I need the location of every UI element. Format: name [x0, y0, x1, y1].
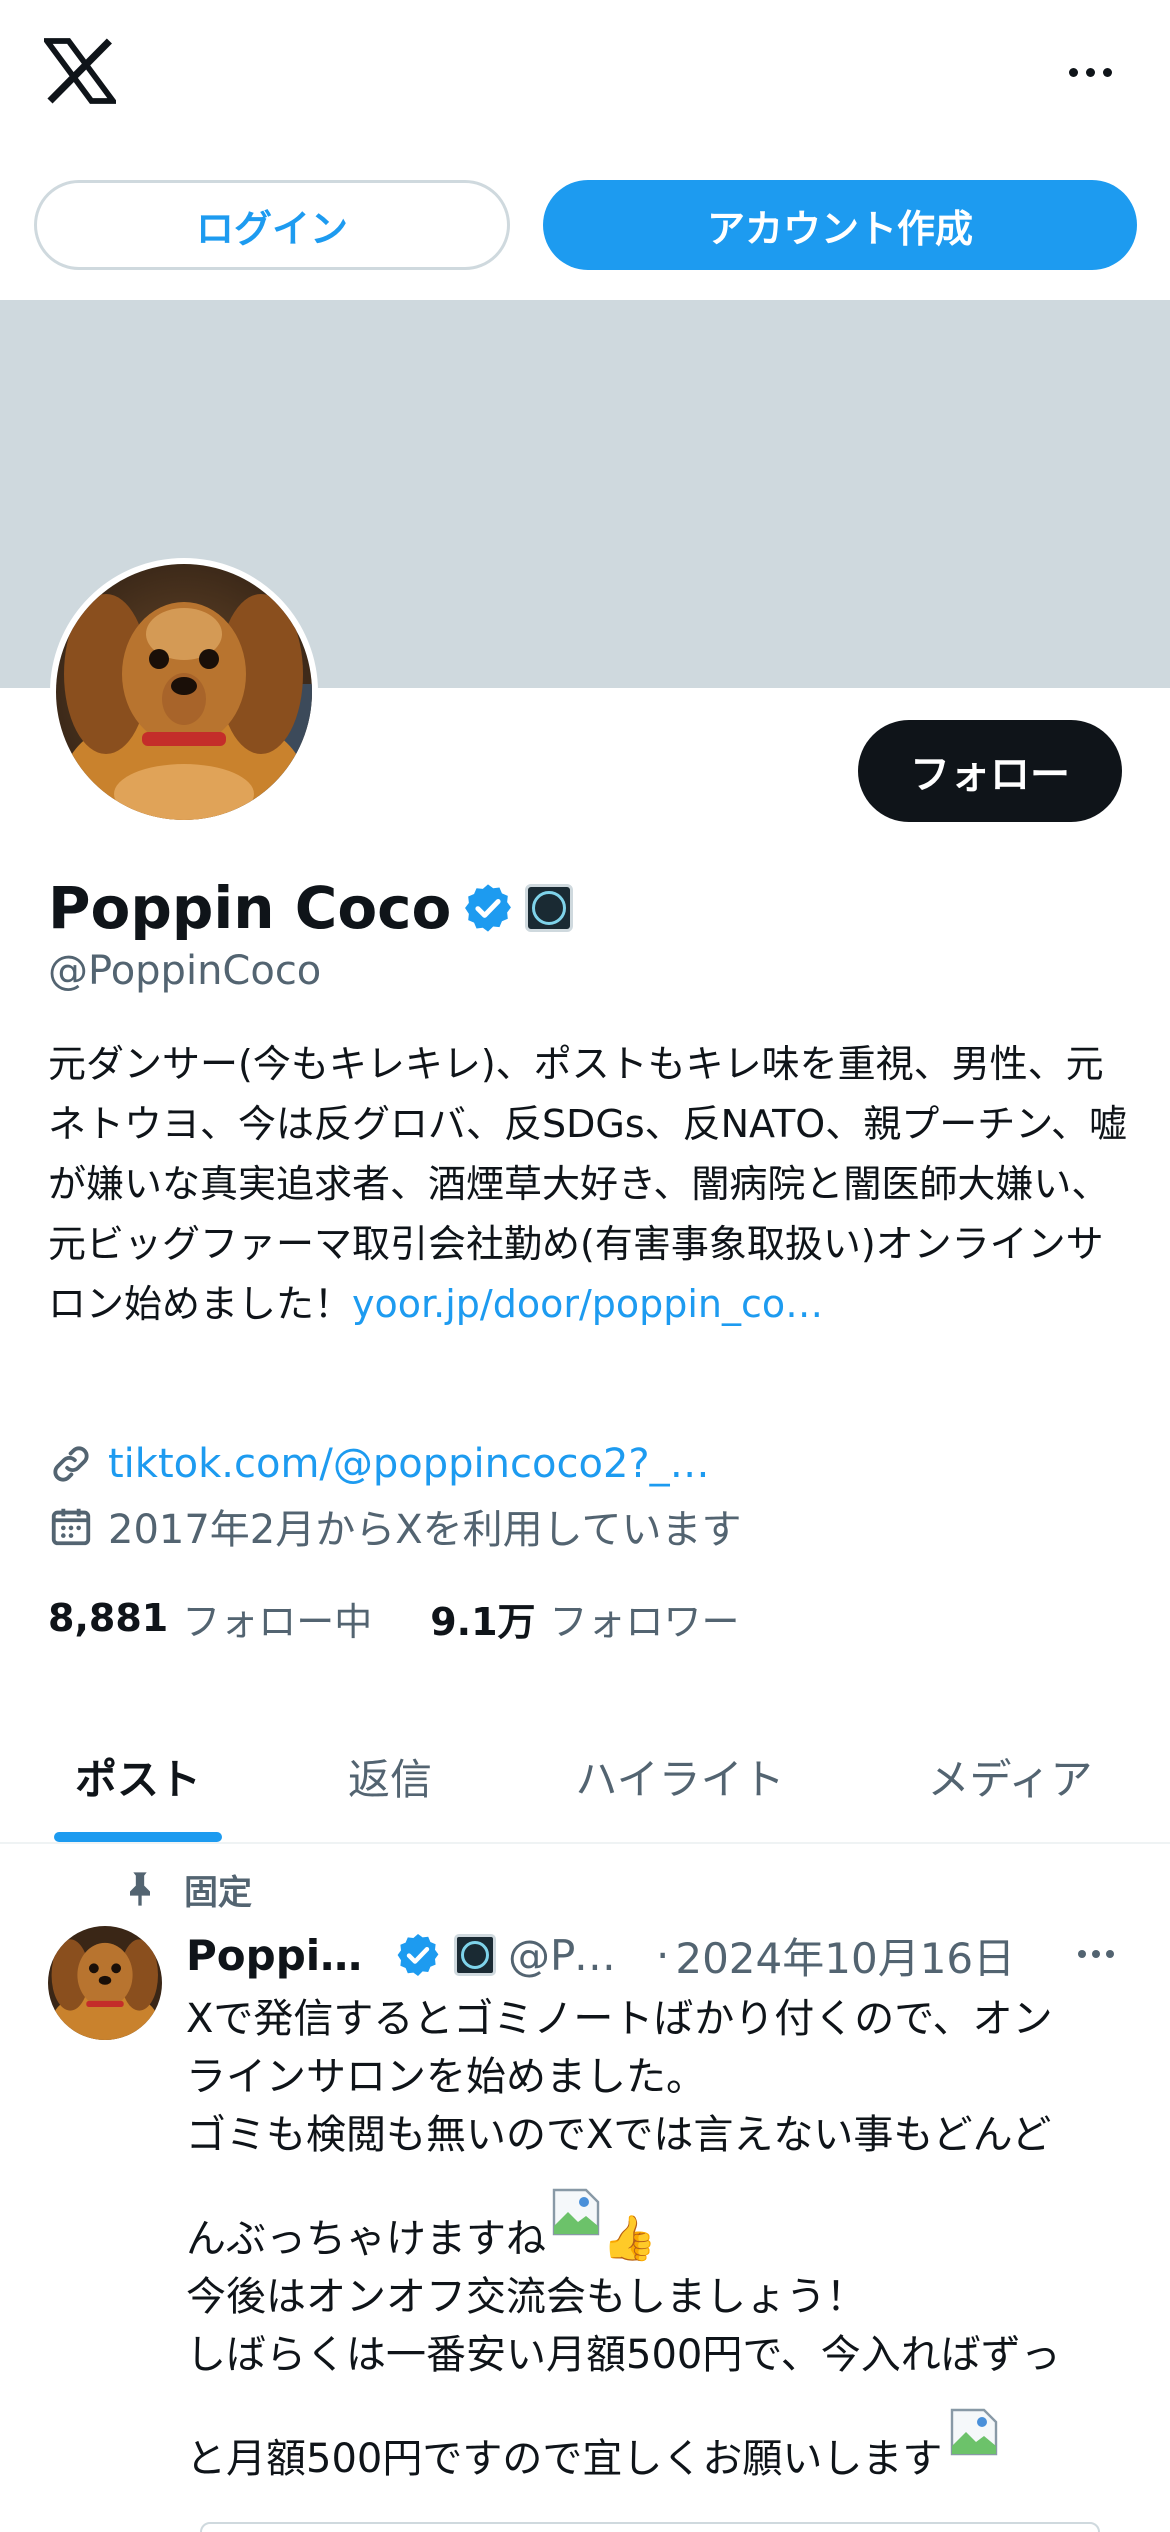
post-date[interactable]: 2024年10月16日	[675, 1925, 1015, 1986]
more-horizontal-icon[interactable]	[1060, 52, 1120, 92]
joined-row: 2017年2月からXを利用しています	[48, 1498, 741, 1554]
follow-button[interactable]: フォロー	[858, 720, 1122, 822]
post-line: 今後はオンオフ交流会もしましょう！	[186, 2274, 866, 2320]
joined-date: 2017年2月からXを利用しています	[108, 1507, 742, 1553]
calendar-icon	[51, 1508, 91, 1546]
tab-replies[interactable]: 返信	[300, 1710, 480, 1842]
post-line: Xで発信するとゴミノートばかり付くので、オン	[186, 1996, 1053, 2042]
post-line: しばらくは一番安い月額500円で、今入ればずっ	[186, 2332, 1061, 2378]
profile-tabs: ポスト 返信 ハイライト メディア	[0, 1710, 1170, 1844]
post-line: ラインサロンを始めました。	[186, 2054, 706, 2100]
profile-handle: @PoppinCoco	[48, 948, 322, 994]
post-line-with-media: んぶっちゃけますね 👍	[186, 2164, 1126, 2268]
profile-avatar[interactable]	[50, 558, 318, 826]
signup-button[interactable]: アカウント作成	[543, 180, 1137, 270]
tab-posts[interactable]: ポスト	[36, 1710, 240, 1842]
follow-counts: 8,881 フォロー中 9.1万 フォロワー	[48, 1588, 740, 1648]
broken-image-icon	[552, 2188, 600, 2236]
broken-image-icon	[951, 2408, 998, 2456]
pinned-indicator: 固定	[120, 1862, 252, 1916]
following-count[interactable]: 8,881	[48, 1596, 168, 1640]
website-row: tiktok.com/@poppincoco2?_…	[48, 1436, 710, 1492]
top-bar	[0, 0, 1170, 150]
post-card-edge	[200, 2522, 1100, 2532]
active-tab-indicator	[54, 1832, 222, 1842]
post-line-with-media: と月額500円ですので宜しくお願いします	[186, 2384, 1126, 2488]
verified-badge-icon[interactable]	[461, 881, 515, 935]
followers-count[interactable]: 9.1万	[430, 1591, 535, 1646]
post-header: Poppi… @Po… · 2024年10月16日	[186, 1922, 1126, 1988]
tab-media[interactable]: メディア	[880, 1710, 1140, 1842]
affiliate-badge-icon[interactable]	[454, 1934, 496, 1976]
profile-bio: 元ダンサー(今もキレキレ)、ポストもキレ味を重視、男性、元ネトウヨ、今は反グロバ…	[48, 1034, 1128, 1334]
pinned-label: 固定	[184, 1872, 252, 1913]
bio-link[interactable]: yoor.jp/door/poppin_co…	[352, 1282, 823, 1326]
verified-badge-icon[interactable]	[394, 1931, 442, 1979]
post-more-icon[interactable]	[1068, 1934, 1124, 1974]
post-text: Xで発信するとゴミノートばかり付くので、オン ラインサロンを始めました。 ゴミも…	[186, 1990, 1126, 2488]
post-line: と月額500円ですので宜しくお願いします	[186, 2436, 943, 2482]
post-author-avatar[interactable]	[48, 1926, 162, 2040]
followers-label[interactable]: フォロワー	[550, 1591, 740, 1646]
link-icon	[53, 1446, 89, 1482]
website-link[interactable]: tiktok.com/@poppincoco2?_…	[108, 1441, 710, 1487]
post-author-handle[interactable]: @Po…	[508, 1931, 640, 1980]
login-button[interactable]: ログイン	[34, 180, 510, 270]
thumbs-up-emoji: 👍	[602, 2213, 657, 2264]
affiliate-badge-icon[interactable]	[525, 884, 574, 932]
post-line: んぶっちゃけますね	[186, 2216, 546, 2262]
pin-icon	[130, 1872, 150, 1906]
post-separator: ·	[656, 1930, 670, 1980]
tab-highlights[interactable]: ハイライト	[540, 1710, 820, 1842]
display-name: Poppin Coco	[48, 874, 452, 942]
x-logo-icon[interactable]	[44, 38, 116, 104]
post-author-name[interactable]: Poppi…	[186, 1931, 376, 1980]
name-row: Poppin Coco	[48, 868, 574, 948]
following-label[interactable]: フォロー中	[182, 1591, 372, 1646]
post-line: ゴミも検閲も無いのでXでは言えない事もどんど	[186, 2112, 1052, 2158]
